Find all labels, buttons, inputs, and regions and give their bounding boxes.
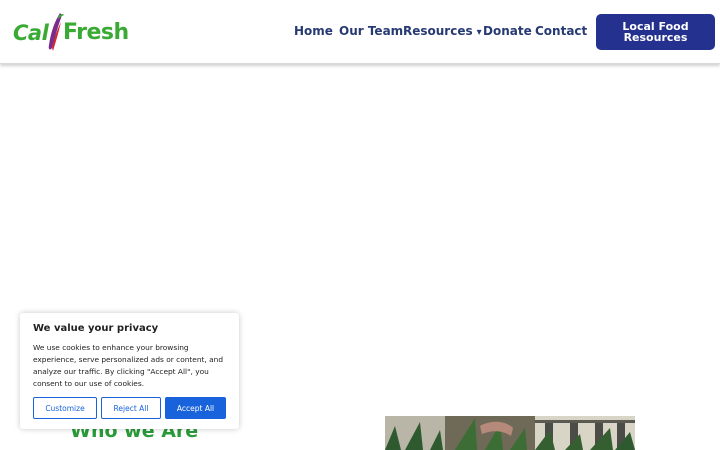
cookie-banner-text: We use cookies to enhance your browsing … [33,343,224,388]
logo-vegetable-icon [48,13,64,51]
nav-our-team[interactable]: Our Team [339,24,403,38]
cookie-consent-banner: We value your privacy We use cookies to … [20,313,239,429]
reject-all-button[interactable]: Reject All [101,397,161,419]
calfresh-logo[interactable]: Cal Fresh [13,11,129,53]
local-food-resources-button[interactable]: Local Food Resources [596,14,715,50]
nav-contact[interactable]: Contact [535,24,587,38]
customize-button[interactable]: Customize [33,397,97,419]
team-photo-image [385,416,635,450]
cookie-banner-title: We value your privacy [33,323,159,334]
chevron-down-icon: ▾ [476,27,482,38]
nav-donate[interactable]: Donate [483,24,532,38]
nav-home[interactable]: Home [294,24,333,38]
site-header: Cal Fresh Home Our Team Resources ▾ Donat… [0,0,720,64]
nav-resources[interactable]: Resources ▾ [403,24,482,38]
page: Cal Fresh Home Our Team Resources ▾ Donat… [0,0,720,450]
accept-all-button[interactable]: Accept All [165,397,226,419]
logo-text-fresh: Fresh [63,20,129,45]
team-photo [385,416,635,450]
nav-resources-label: Resources [403,24,473,38]
